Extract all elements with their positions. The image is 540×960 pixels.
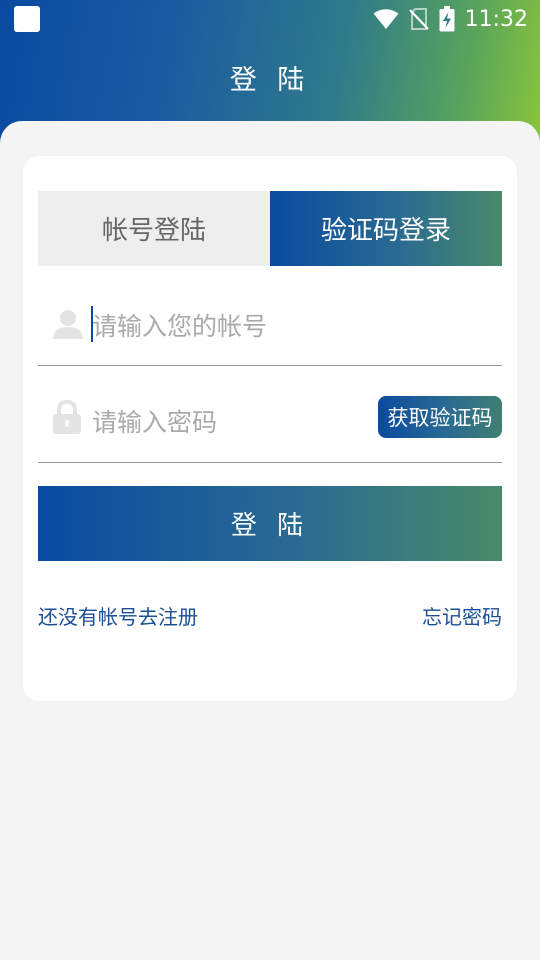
wifi-icon [373,9,399,29]
account-input[interactable] [92,298,422,354]
get-code-button[interactable]: 获取验证码 [378,396,502,438]
no-sim-icon [408,8,429,30]
status-bar: 11:32 [0,0,540,38]
status-icons: 11:32 [373,4,528,34]
tab-code-login[interactable]: 验证码登录 [270,191,502,266]
page-title: 登 陆 [229,65,311,96]
login-tabs: 帐号登陆 验证码登录 [38,191,502,266]
password-field: 获取验证码 [38,380,502,463]
lock-icon [53,400,81,434]
battery-charging-icon [439,6,455,32]
text-cursor [91,306,93,342]
login-card: 帐号登陆 验证码登录 获取验证码 登 陆 还没有帐号去注册 忘记密码 [23,156,517,701]
status-time: 11:32 [464,6,528,32]
login-button[interactable]: 登 陆 [38,486,502,561]
account-field [38,284,502,366]
register-link[interactable]: 还没有帐号去注册 [38,601,198,630]
notification-icon [14,6,40,32]
tab-account-login[interactable]: 帐号登陆 [38,191,270,266]
user-icon [53,310,83,339]
password-input[interactable] [92,394,422,450]
forgot-password-link[interactable]: 忘记密码 [422,601,502,630]
